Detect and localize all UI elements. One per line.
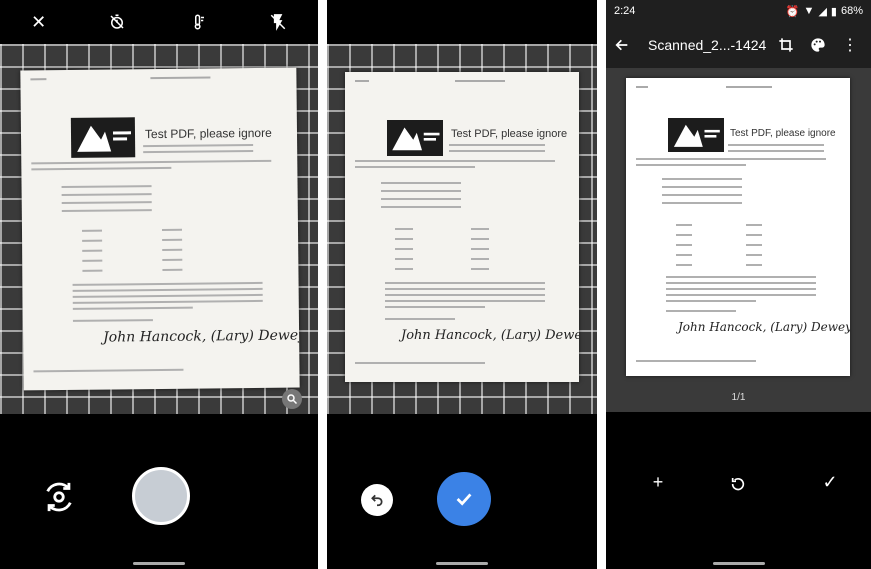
more-options-icon[interactable]: ⋮ <box>837 35 863 55</box>
document-title: Test PDF, please ignore <box>730 128 836 139</box>
document-signature: John Hancock, (Lary) Dewey <box>103 327 300 346</box>
battery-icon: ▮ <box>830 5 837 18</box>
document-logo <box>70 117 136 158</box>
camera-capture-screen: ✕ Test PDF, please ignore John Hancock, … <box>0 0 318 569</box>
add-page-button[interactable]: + <box>646 472 670 493</box>
signal-icon: ◢ <box>818 5 827 18</box>
camera-top-bar: ✕ <box>0 0 318 44</box>
status-bar: 2:24 ⏰ ▼ ◢ ▮ 68% <box>606 0 871 22</box>
document-title: Test PDF, please ignore <box>144 125 272 142</box>
nav-pill[interactable] <box>712 562 765 565</box>
flip-camera-icon[interactable] <box>42 480 76 514</box>
document-logo <box>668 118 724 152</box>
document-signature: John Hancock, (Lary) Dewey <box>678 320 850 334</box>
captured-preview: Test PDF, please ignore John Hancock, (L… <box>327 44 597 414</box>
status-time: 2:24 <box>614 5 636 17</box>
done-button[interactable]: ✓ <box>818 472 842 493</box>
retake-icon[interactable] <box>726 476 750 492</box>
pdf-preview-screen: 2:24 ⏰ ▼ ◢ ▮ 68% Scanned_2...-1424.pdf ⋮… <box>606 0 871 569</box>
camera-viewfinder: Test PDF, please ignore John Hancock, (L… <box>0 44 318 414</box>
confirm-controls <box>327 414 597 569</box>
wifi-icon: ▼ <box>803 5 815 17</box>
document-signature: John Hancock, (Lary) Dewey <box>401 328 579 343</box>
crop-icon[interactable] <box>773 37 799 53</box>
pdf-bottom-bar: + ✓ <box>606 412 871 569</box>
camera-controls <box>0 414 318 569</box>
confirm-button[interactable] <box>437 472 491 526</box>
exposure-icon[interactable] <box>189 13 207 31</box>
confirm-capture-screen: Test PDF, please ignore John Hancock, (L… <box>327 0 597 569</box>
zoom-icon[interactable] <box>282 389 302 409</box>
palette-icon[interactable] <box>805 37 831 53</box>
timer-off-icon[interactable] <box>108 13 126 31</box>
nav-pill[interactable] <box>436 562 488 565</box>
document-photo: Test PDF, please ignore John Hancock, (L… <box>20 67 300 391</box>
pdf-preview: Test PDF, please ignore John Hancock, (L… <box>606 68 871 412</box>
back-arrow-icon[interactable] <box>614 37 630 53</box>
page-counter: 1/1 <box>731 392 746 403</box>
close-icon[interactable]: ✕ <box>31 12 46 33</box>
document-title: Test PDF, please ignore <box>451 128 568 140</box>
pdf-page: Test PDF, please ignore John Hancock, (L… <box>626 78 850 376</box>
document-logo <box>387 120 443 156</box>
file-title[interactable]: Scanned_2...-1424.pdf <box>648 37 767 53</box>
alarm-icon: ⏰ <box>785 5 800 18</box>
retake-button[interactable] <box>361 484 393 516</box>
shutter-button[interactable] <box>132 467 190 525</box>
document-photo: Test PDF, please ignore John Hancock, (L… <box>345 72 579 382</box>
app-bar: Scanned_2...-1424.pdf ⋮ <box>606 22 871 68</box>
battery-level: 68% <box>840 5 863 17</box>
nav-pill[interactable] <box>133 562 185 565</box>
flash-off-icon[interactable] <box>269 13 287 31</box>
